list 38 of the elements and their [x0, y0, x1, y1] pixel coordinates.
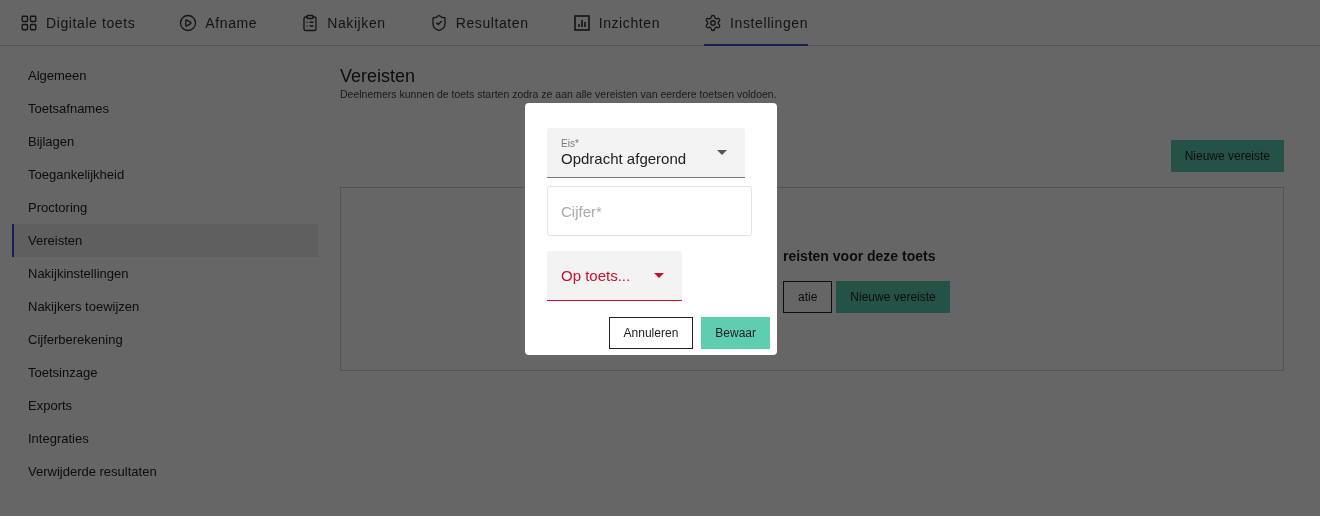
nav-tab[interactable]: Inzichten	[572, 0, 661, 46]
nav-tab[interactable]: Afname	[179, 0, 258, 46]
sidebar-item[interactable]: Nakijkers toewijzen	[12, 290, 318, 323]
sidebar-item[interactable]: Cijferberekening	[12, 323, 318, 356]
nav-tab[interactable]: Digitale toets	[20, 0, 136, 46]
nav-tab[interactable]: Instellingen	[704, 0, 809, 46]
empty-state-message: reisten voor deze toets	[783, 248, 937, 264]
caret-icon	[654, 273, 664, 278]
sidebar-item[interactable]: Proctoring	[12, 191, 318, 224]
new-requirement-button[interactable]: Nieuwe vereiste	[836, 281, 950, 313]
nav-tab[interactable]: Resultaten	[429, 0, 529, 46]
sidebar-item[interactable]: Toetsafnames	[12, 92, 318, 125]
requirement-select[interactable]: Eis* Opdracht afgerond	[547, 128, 745, 178]
sidebar-item[interactable]: Algemeen	[12, 59, 318, 92]
outline-button[interactable]: atie	[783, 281, 833, 313]
sidebar-item[interactable]: Verwijderde resultaten	[12, 455, 318, 488]
play-icon	[179, 13, 198, 32]
settings-icon	[704, 13, 723, 32]
sidebar-item[interactable]: Vereisten	[12, 224, 318, 257]
chart-icon	[572, 13, 591, 32]
sidebar-item[interactable]: Exports	[12, 389, 318, 422]
new-requirement-button[interactable]: Nieuwe vereiste	[1170, 140, 1284, 172]
save-button[interactable]: Bewaar	[701, 317, 770, 349]
nav-tab[interactable]: Nakijken	[301, 0, 386, 46]
sidebar-item[interactable]: Toetsinzage	[12, 356, 318, 389]
page-title: Vereisten	[340, 66, 417, 87]
clipboard-icon	[301, 13, 320, 32]
grade-field[interactable]: Cijfer*	[547, 186, 752, 236]
caret-icon	[717, 150, 727, 155]
sidebar-item[interactable]: Bijlagen	[12, 125, 318, 158]
cancel-button[interactable]: Annuleren	[608, 317, 694, 349]
sidebar-item[interactable]: Toegankelijkheid	[12, 158, 318, 191]
page-description: Deelnemers kunnen de toets starten zodra ze aan alle vereisten van eerdere toetsen voldoen.	[340, 88, 778, 100]
sidebar-item[interactable]: Integraties	[12, 422, 318, 455]
sidebar-item[interactable]: Nakijkinstellingen	[12, 257, 318, 290]
grid-icon	[20, 13, 38, 32]
shield-check-icon	[429, 13, 448, 32]
test-select[interactable]: Op toets...	[547, 251, 682, 301]
